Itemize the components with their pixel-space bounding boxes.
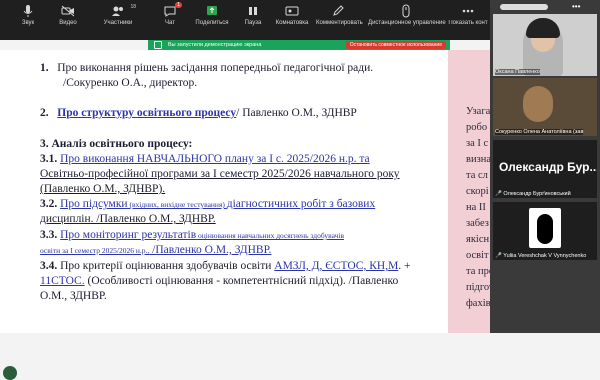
participant-tile-2[interactable]: Сокуренко Олена Анатоліївна (зав <box>493 78 597 136</box>
chat-button[interactable]: 1 Чат <box>150 2 190 26</box>
side-text-line: скорі <box>466 186 489 197</box>
criteria-link[interactable]: АМЗЛ, Д, ЄСТОС, КН,М <box>274 260 398 272</box>
more-icon <box>462 9 474 13</box>
remote-icon <box>285 6 299 16</box>
panel-drag-handle[interactable] <box>500 4 548 10</box>
avatar-silhouette <box>537 214 553 244</box>
participants-icon <box>112 6 123 16</box>
agenda-item-3-4-line2: 11СТОС. (Особливості оцінювання - компет… <box>40 275 399 287</box>
participant-tile-3[interactable]: Олександр Бур... 🎤 Олександр Бурґиновськ… <box>493 140 597 198</box>
video-button[interactable]: Видео <box>48 4 88 26</box>
remote-control-icon <box>402 4 410 18</box>
agenda-item-3-2: 3.2. Про підсумки (вхідних, вихідне тест… <box>40 198 376 210</box>
show-content-button[interactable]: Показать конт <box>446 4 490 26</box>
side-text-line: якісн <box>466 234 490 245</box>
side-text-line: за І с <box>466 138 489 149</box>
panel-menu-icon[interactable]: ••• <box>572 2 580 11</box>
side-text-line: Узага <box>466 106 491 117</box>
remote-control-button[interactable]: Дистанционное управление <box>368 4 446 26</box>
avatar-hair <box>526 18 560 38</box>
side-text-line: на ІІ <box>466 202 486 213</box>
avatar <box>523 86 553 122</box>
curriculum-link[interactable]: Про виконання НАВЧАЛЬНОГО плану за І с. … <box>60 153 370 165</box>
participant-tile-1[interactable]: Оксана Павленко <box>493 14 597 76</box>
agenda-item-1: 1. Про виконання рішень засідання попере… <box>40 62 374 74</box>
muted-mic-icon: 🎤 <box>495 253 502 259</box>
participant-tile-4[interactable]: 🎤 Yuliia Vereshchak V Vynnychenko <box>493 202 597 260</box>
participants-count: 18 <box>130 4 136 10</box>
share-screen-icon <box>207 6 217 15</box>
side-text-line: та сл <box>466 170 488 181</box>
audio-button[interactable]: Звук <box>8 4 48 26</box>
meeting-toolbar: Звук Видео 18 Участники 1 Чат Поделиться… <box>0 0 490 40</box>
section-3-heading: 3. Аналіз освітнього процесу: <box>40 138 193 150</box>
shared-slide: 1. Про виконання рішень засідання попере… <box>0 50 490 380</box>
curriculum-link-line3[interactable]: (Павленко О.М., ЗДНВР). <box>40 182 165 197</box>
muted-label: 🎤 Олександр Бурґиновський <box>495 191 571 197</box>
microphone-icon <box>23 5 33 17</box>
share-button[interactable]: Поделиться <box>192 4 232 26</box>
side-text-line: забез <box>466 218 489 229</box>
remote-button[interactable]: Комнатовка <box>272 4 312 26</box>
side-text-line: визна <box>466 154 492 165</box>
participants-button[interactable]: 18 Участники <box>96 4 140 26</box>
annotate-icon <box>333 5 344 16</box>
stop-share-button[interactable]: Остановить совместное использование <box>345 41 446 49</box>
structure-link[interactable]: Про структуру освітнього процесу <box>57 107 236 119</box>
drag-handle-icon[interactable] <box>154 41 162 49</box>
muted-mic-icon: 🎤 <box>495 191 502 197</box>
screen-share-banner: Вы запустили демонстрацию экрана Останов… <box>148 40 450 50</box>
muted-label: 🎤 Yuliia Vereshchak V Vynnychenko <box>495 253 587 259</box>
pause-button[interactable]: Пауза <box>233 4 273 26</box>
curriculum-link-line2[interactable]: Освітньо-професійної програми за І семес… <box>40 167 400 182</box>
agenda-item-3-4: 3.4. Про критерії оцінювання здобувачів … <box>40 260 411 272</box>
screen-share-status: Вы запустили демонстрацию экрана <box>168 42 262 48</box>
monitoring-link[interactable]: Про моніторинг результатів <box>60 229 196 241</box>
video-camera-icon <box>61 5 75 17</box>
pause-icon <box>249 7 257 15</box>
agenda-item-3-3-line2: освіти за І семестр 2025/2026 н.р., /Пав… <box>40 244 272 256</box>
results-link-line2[interactable]: дисциплін. /Павленко О.М., ЗДНВР. <box>40 212 216 227</box>
agenda-item-3-3: 3.3. Про моніторинг результатів оцінюван… <box>40 229 345 241</box>
results-link[interactable]: Про підсумки <box>60 198 127 210</box>
side-text-line: робо <box>466 122 488 133</box>
criteria-link-2[interactable]: 11СТОС. <box>40 275 85 287</box>
agenda-item-1-line2: /Сокуренко О.А., директор. <box>63 77 198 89</box>
annotation-tool-icon[interactable] <box>3 366 17 380</box>
annotate-button[interactable]: Комментировать <box>316 4 363 26</box>
chat-badge: 1 <box>175 2 182 8</box>
agenda-item-2: 2. Про структуру освітнього процесу/ Пав… <box>40 107 357 119</box>
side-text-line: освіт <box>466 250 489 261</box>
agenda-item-3-1: 3.1. Про виконання НАВЧАЛЬНОГО плану за … <box>40 153 370 165</box>
agenda-item-3-4-line3: О.М., ЗДНВР. <box>40 290 107 302</box>
